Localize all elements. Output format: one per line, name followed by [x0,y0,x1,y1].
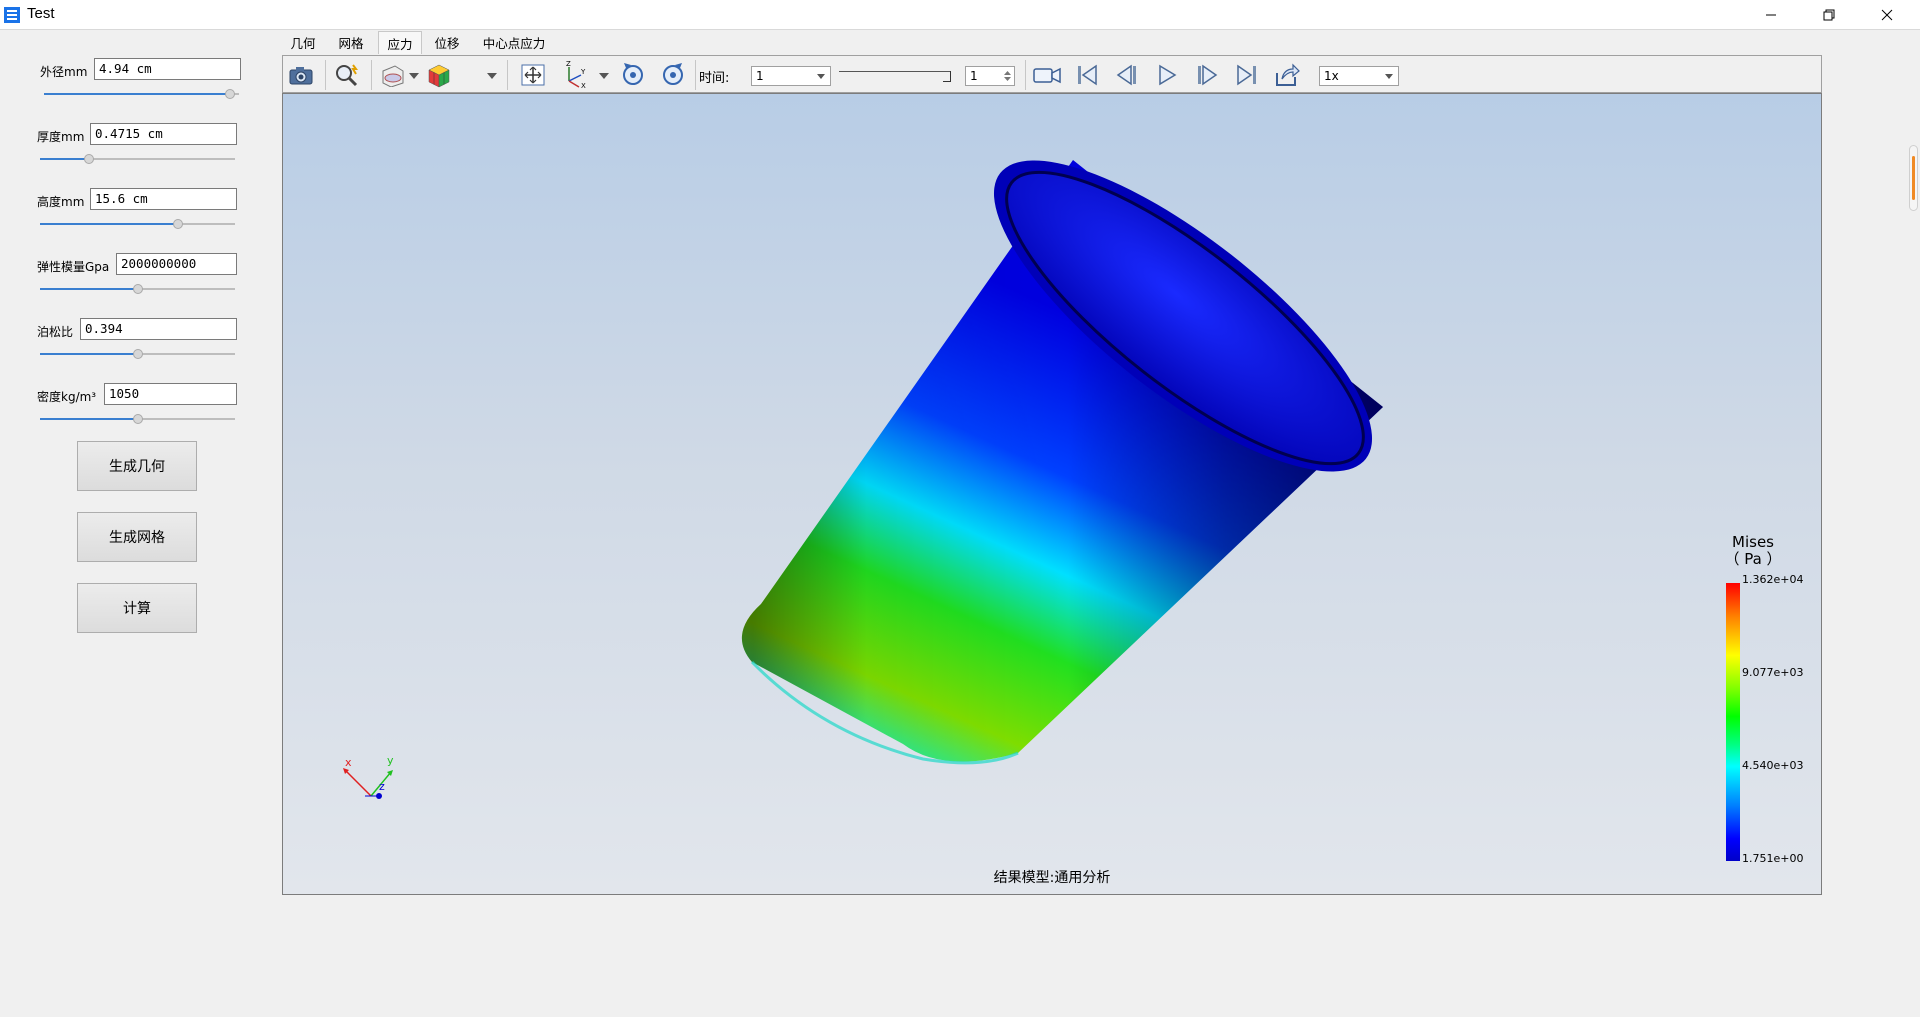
play-icon [1159,64,1177,86]
record-button[interactable] [1033,62,1061,88]
first-frame-button[interactable] [1073,62,1101,88]
next-frame-button[interactable] [1193,62,1221,88]
previous-frame-button[interactable] [1113,62,1141,88]
outer-diameter-label: 外径mm [40,65,88,79]
speed-select[interactable]: 1x [1319,66,1399,86]
generate-mesh-button[interactable]: 生成网格 [77,512,197,562]
screenshot-button[interactable] [287,62,315,88]
zoom-button[interactable] [333,62,361,88]
rotate-cw-button[interactable] [659,62,687,88]
elastic-modulus-label: 弹性模量Gpa [37,260,110,274]
poisson-ratio-slider[interactable] [40,347,235,361]
axis-dropdown-icon[interactable] [599,73,609,79]
export-button[interactable] [1273,62,1301,88]
poisson-ratio-input[interactable]: 0.394 [80,318,237,340]
camera-icon [289,67,313,85]
poisson-ratio-label: 泊松比 [37,325,74,339]
svg-text:X: X [581,82,586,89]
fit-view-button[interactable] [519,62,547,88]
legend-title: Mises （ Pa ） [1724,533,1782,568]
magnifier-icon [336,64,358,87]
vertical-scrollbar[interactable] [1909,145,1918,211]
compute-button[interactable]: 计算 [77,583,197,633]
rotate-ccw-button[interactable] [619,62,647,88]
view-toolbar: Z YX 时间: 1 1 1x [282,55,1822,93]
tab-geometry[interactable]: 几何 [286,31,320,53]
tab-mesh[interactable]: 网格 [334,31,368,53]
height-input[interactable]: 15.6 cm [90,188,237,210]
minimize-button[interactable] [1742,0,1800,29]
axis-z-label: z [379,780,385,793]
restore-button[interactable] [1800,0,1858,29]
time-select[interactable]: 1 [751,66,831,86]
tab-stress[interactable]: 应力 [378,31,422,54]
skip-first-icon [1078,64,1097,86]
app-icon [4,7,20,23]
stress-cylinder-model[interactable] [283,94,1822,894]
orientation-axes: x y z [343,754,394,799]
density-input[interactable]: 1050 [104,383,237,405]
outer-diameter-input[interactable]: 4.94 cm [94,58,241,80]
title-bar: Test [0,0,1920,30]
axis-view-button[interactable]: Z YX [561,61,589,89]
legend-max-label: 1.362e+04 [1742,573,1804,586]
close-button[interactable] [1858,0,1916,29]
clip-plane-icon [382,65,404,87]
restore-icon [1823,9,1835,20]
step-back-icon [1116,64,1136,86]
height-slider[interactable] [40,217,235,231]
thickness-slider[interactable] [40,152,235,166]
frame-spinbox[interactable]: 1 [965,66,1015,86]
outer-diameter-slider[interactable] [44,87,239,101]
tab-center-stress[interactable]: 中心点应力 [478,31,550,53]
density-slider[interactable] [40,412,235,426]
rotate-cw-icon [663,63,683,85]
last-frame-button[interactable] [1233,62,1261,88]
3d-viewport[interactable]: x y z Mises （ Pa ） 1.362e+04 9.077e+03 4… [282,93,1822,895]
play-button[interactable] [1153,62,1181,88]
thickness-label: 厚度mm [37,130,85,144]
frame-slider[interactable] [839,69,961,83]
render-dropdown-icon[interactable] [487,73,497,79]
thickness-input[interactable]: 0.4715 cm [90,123,237,145]
fit-view-icon [521,64,545,86]
svg-text:Z: Z [566,61,571,68]
step-forward-icon [1198,64,1218,86]
clip-plane-button[interactable] [379,62,407,88]
axis-y-label: y [387,754,394,767]
legend-low-label: 4.540e+03 [1742,759,1804,772]
tab-displacement[interactable]: 位移 [430,31,464,53]
speed-select-value: 1x [1324,69,1339,83]
elastic-modulus-input[interactable]: 2000000000 [116,253,237,275]
density-label: 密度kg/m³ [37,390,97,404]
time-label: 时间: [699,71,730,86]
legend-high-label: 9.077e+03 [1742,666,1804,679]
result-model-caption: 结果模型:通用分析 [993,870,1111,886]
colored-cube-icon [428,64,450,88]
frame-spinbox-value: 1 [970,69,978,83]
axis-icon: Z YX [566,61,586,89]
minimize-icon [1766,14,1776,15]
axis-x-label: x [345,756,352,769]
video-camera-icon [1033,67,1061,84]
height-label: 高度mm [37,195,85,209]
window-title: Test [27,5,55,22]
generate-geometry-button[interactable]: 生成几何 [77,441,197,491]
time-select-value: 1 [756,69,764,83]
svg-text:Y: Y [580,68,586,76]
color-scale-bar [1726,583,1740,861]
spin-arrows-icon[interactable] [1004,70,1011,82]
rotate-ccw-icon [623,63,643,85]
close-icon [1881,9,1893,20]
render-mode-button[interactable] [425,62,453,88]
clip-dropdown-icon[interactable] [409,73,419,79]
legend-min-label: 1.751e+00 [1742,852,1804,865]
export-icon [1276,63,1300,86]
elastic-modulus-slider[interactable] [40,282,235,296]
skip-last-icon [1237,64,1256,86]
